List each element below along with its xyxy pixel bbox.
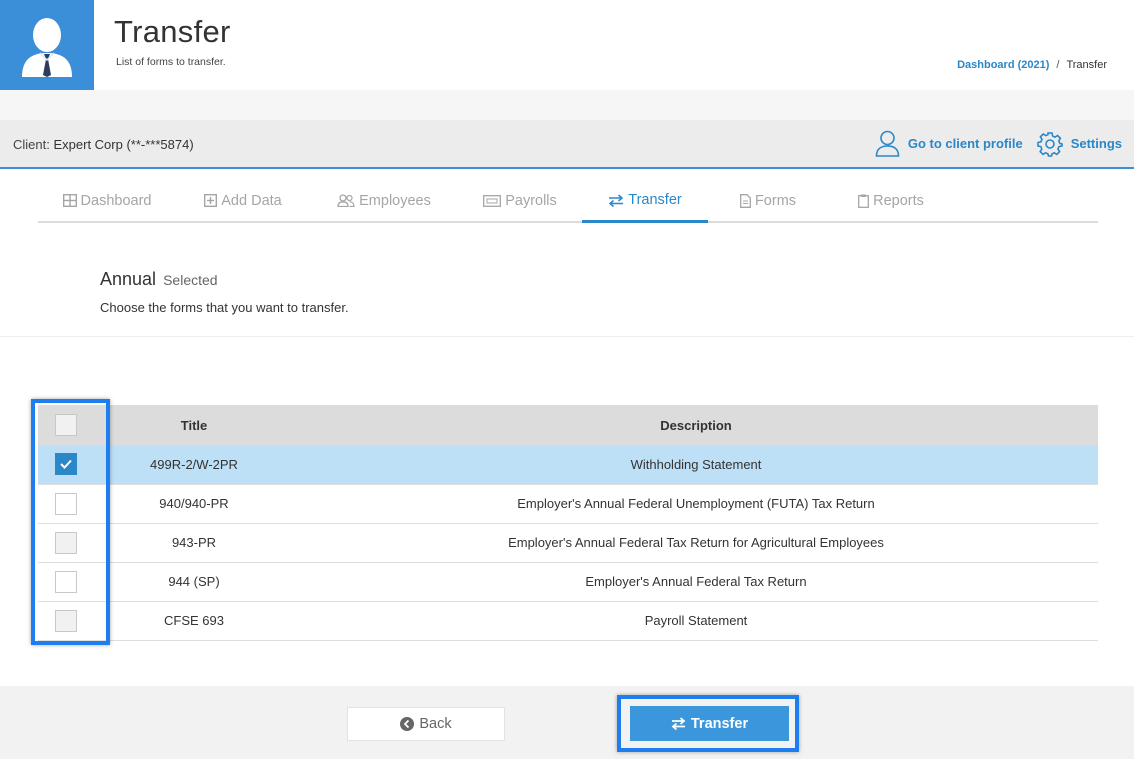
users-icon (337, 194, 355, 207)
settings-label: Settings (1070, 136, 1122, 151)
go-to-client-profile-label: Go to client profile (907, 136, 1023, 151)
row-description: Employer's Annual Federal Tax Return (585, 574, 807, 589)
forms-table: Title Description 499R-2/W-2PR Withholdi… (38, 405, 1098, 641)
tab-reports[interactable]: Reports (828, 180, 954, 221)
row-title: 943-PR (171, 535, 217, 550)
section-header: Annual Selected Choose the forms that yo… (0, 225, 1134, 337)
section-heading: Annual (100, 269, 157, 289)
page-header: Transfer List of forms to transfer. Dash… (0, 0, 1134, 90)
page-subtitle: List of forms to transfer. (116, 56, 226, 68)
breadcrumb: Dashboard (2021) / Transfer (957, 59, 1107, 71)
table-header-row: Title Description (38, 405, 1098, 445)
back-button-label: Back (419, 716, 452, 732)
tab-employees-label: Employees (359, 192, 431, 209)
tab-forms[interactable]: Forms (708, 180, 828, 221)
tab-reports-label: Reports (873, 192, 924, 209)
tab-transfer-label: Transfer (628, 192, 682, 208)
plus-square-icon (204, 194, 218, 207)
client-bar: Client: Expert Corp (**-***5874) Go to c… (0, 120, 1134, 169)
exchange-icon (608, 193, 624, 207)
row-description: Withholding Statement (630, 456, 762, 472)
client-info: Client: Expert Corp (**-***5874) (13, 137, 194, 152)
row-checkbox[interactable] (55, 453, 77, 476)
row-description: Employer's Annual Federal Unemployment (… (517, 496, 875, 511)
client-name: Expert Corp (**-***5874) (53, 137, 194, 152)
breadcrumb-current: Transfer (1066, 59, 1107, 71)
checkmark-icon (60, 460, 72, 470)
tab-payrolls-label: Payrolls (505, 192, 557, 209)
page-title: Transfer (114, 14, 231, 49)
tab-add-data-label: Add Data (221, 192, 282, 209)
file-icon (740, 193, 751, 208)
row-title: 940/940-PR (159, 496, 229, 511)
row-description: Payroll Statement (644, 613, 748, 628)
grid-icon (62, 194, 77, 207)
clipboard-icon (858, 194, 870, 208)
row-description: Employer's Annual Federal Tax Return for… (508, 535, 884, 550)
section-title: Annual Selected (100, 269, 218, 290)
section-instruction: Choose the forms that you want to transf… (100, 300, 349, 315)
forms-table-wrapper: Title Description 499R-2/W-2PR Withholdi… (38, 405, 1098, 641)
table-row[interactable]: 944 (SP) Employer's Annual Federal Tax R… (38, 562, 1098, 601)
transfer-button-label: Transfer (690, 715, 749, 732)
user-avatar-icon (22, 18, 72, 77)
tab-dashboard[interactable]: Dashboard (38, 180, 176, 221)
row-checkbox[interactable] (55, 531, 77, 554)
go-to-client-profile-link[interactable]: Go to client profile (875, 130, 1023, 157)
exchange-icon (671, 717, 686, 730)
client-actions: Go to client profile Settings (861, 130, 1122, 157)
table-row[interactable]: 499R-2/W-2PR Withholding Statement (38, 445, 1098, 484)
row-title: 944 (SP) (168, 574, 220, 589)
row-title: 499R-2/W-2PR (150, 456, 238, 472)
column-header-description: Description (660, 417, 732, 433)
action-footer: Back Transfer (0, 686, 1134, 759)
tab-employees[interactable]: Employees (310, 180, 458, 221)
table-row[interactable]: 940/940-PR Employer's Annual Federal Une… (38, 484, 1098, 523)
client-label: Client: (13, 137, 50, 152)
tab-dashboard-label: Dashboard (80, 192, 152, 209)
table-row[interactable]: 943-PR Employer's Annual Federal Tax Ret… (38, 523, 1098, 562)
main-tabs: Dashboard Add Data Employees Payrolls Tr… (38, 180, 1098, 223)
gear-icon (1036, 131, 1063, 157)
tab-forms-label: Forms (754, 192, 797, 209)
money-icon (483, 194, 502, 207)
user-profile-icon (875, 130, 900, 157)
row-checkbox[interactable] (55, 492, 77, 515)
section-heading-suffix: Selected (163, 272, 218, 288)
tab-transfer[interactable]: Transfer (582, 180, 708, 223)
row-checkbox[interactable] (55, 570, 77, 593)
header-spacer (0, 90, 1134, 120)
transfer-button[interactable]: Transfer (630, 706, 789, 741)
settings-link[interactable]: Settings (1036, 131, 1122, 157)
tab-add-data[interactable]: Add Data (176, 180, 310, 221)
row-title: CFSE 693 (164, 613, 224, 628)
select-all-header (38, 405, 94, 445)
column-header-title: Title (180, 417, 208, 433)
row-checkbox[interactable] (55, 609, 77, 632)
table-row[interactable]: CFSE 693 Payroll Statement (38, 601, 1098, 640)
select-all-checkbox[interactable] (55, 414, 77, 436)
arrow-left-circle-icon (400, 717, 415, 731)
breadcrumb-dashboard-link[interactable]: Dashboard (2021) (957, 59, 1049, 71)
avatar (0, 0, 94, 90)
back-button[interactable]: Back (347, 707, 505, 741)
breadcrumb-separator: / (1056, 59, 1060, 71)
tab-payrolls[interactable]: Payrolls (458, 180, 582, 221)
